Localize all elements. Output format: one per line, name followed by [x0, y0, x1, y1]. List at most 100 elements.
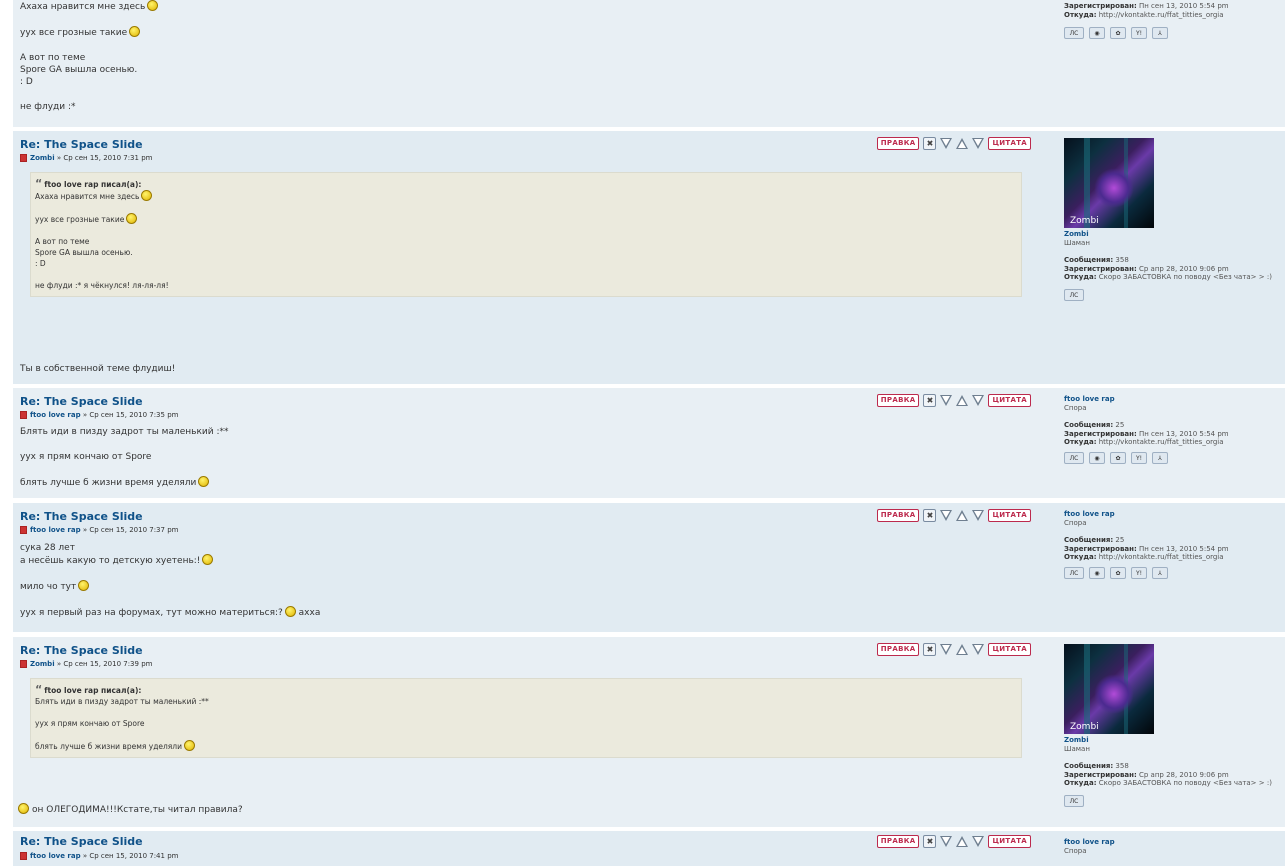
quote-button[interactable]: ЦИТАТА — [988, 394, 1031, 407]
post-buttons: ПРАВКА ✖ ЦИТАТА — [876, 643, 1031, 656]
post-date: » Ср сен 15, 2010 7:39 pm — [56, 660, 153, 668]
yahoo-icon[interactable]: Y! — [1131, 451, 1147, 464]
info-icon[interactable] — [972, 644, 985, 655]
profile-label: Зарегистрирован: — [1064, 264, 1137, 273]
smile-icon — [198, 476, 210, 487]
profile-name[interactable]: ftoo love rap — [1064, 510, 1284, 519]
warn-icon[interactable] — [940, 836, 953, 847]
website-icon[interactable]: ◉ — [1089, 566, 1105, 579]
profile-name[interactable]: ftoo love rap — [1064, 838, 1284, 847]
icq-icon[interactable]: ✿ — [1110, 566, 1126, 579]
website-icon[interactable]: ◉ — [1089, 451, 1105, 464]
quote-head: ftoo love rap писал(а): — [44, 686, 142, 695]
post-title[interactable]: Re: The Space Slide — [20, 395, 143, 408]
post: Ахаха нравится мне здесь уух все грозные… — [13, 0, 1285, 127]
smile-icon — [126, 213, 138, 224]
eek-icon — [18, 803, 29, 814]
info-icon[interactable] — [972, 510, 985, 521]
report-icon[interactable] — [956, 836, 969, 847]
author-link[interactable]: ftoo love rap — [30, 852, 81, 860]
post-profile: Zombi Zombi Шаман Сообщения: 358 Зарегис… — [1064, 644, 1284, 807]
edit-button[interactable]: ПРАВКА — [876, 137, 920, 150]
delete-icon[interactable]: ✖ — [923, 509, 937, 522]
quote-button[interactable]: ЦИТАТА — [988, 643, 1031, 656]
yahoo-icon[interactable]: Y! — [1131, 27, 1147, 39]
warn-icon[interactable] — [940, 138, 953, 149]
post-buttons: ПРАВКА ✖ ЦИТАТА — [876, 394, 1031, 407]
smile-icon — [141, 190, 153, 201]
profile-from: http://vkontakte.ru/ffat_titties_orgia — [1098, 553, 1224, 561]
delete-icon[interactable]: ✖ — [923, 643, 937, 656]
profile-label: Сообщения: — [1064, 421, 1114, 429]
warn-icon[interactable] — [940, 510, 953, 521]
quote-line: Ахаха нравится мне здесь — [35, 192, 140, 201]
author-link[interactable]: Zombi — [30, 660, 55, 668]
quote-line: блять лучше б жизни время уделяли — [35, 742, 182, 751]
quote-line: не флуди :* я чёкнулся! ля-ля-ля! — [35, 281, 169, 290]
author-link[interactable]: ftoo love rap — [30, 526, 81, 534]
quote-line: уух все грозные такие — [35, 215, 125, 224]
profile-registered: Пн сен 13, 2010 5:54 pm — [1138, 429, 1229, 438]
website-icon[interactable]: ◉ — [1089, 27, 1105, 39]
profile-label: Зарегистрирован: — [1064, 2, 1137, 10]
warn-icon[interactable] — [940, 395, 953, 406]
post-content: он ОЛЕГОДИМА!!!Кстате,ты читал правила? — [18, 803, 243, 816]
warn-icon[interactable] — [940, 644, 953, 655]
post-content: сука 28 лет а несёшь какую то детскую ху… — [20, 542, 320, 619]
icq-icon[interactable]: ✿ — [1110, 451, 1126, 464]
jabber-icon[interactable]: ⅄ — [1152, 451, 1168, 464]
post-title[interactable]: Re: The Space Slide — [20, 510, 143, 523]
info-icon[interactable] — [972, 138, 985, 149]
report-icon[interactable] — [956, 395, 969, 406]
info-icon[interactable] — [972, 836, 985, 847]
profile-name[interactable]: Zombi — [1064, 736, 1284, 745]
quote-button[interactable]: ЦИТАТА — [988, 137, 1031, 150]
profile-label: Откуда: — [1064, 10, 1097, 19]
jabber-icon[interactable]: ⅄ — [1152, 566, 1168, 579]
author-link[interactable]: Zombi — [30, 154, 55, 162]
profile-rank: Спора — [1064, 403, 1087, 412]
profile-name[interactable]: ftoo love rap — [1064, 395, 1284, 404]
edit-button[interactable]: ПРАВКА — [876, 394, 920, 407]
yahoo-icon[interactable]: Y! — [1131, 566, 1147, 579]
post-date: » Ср сен 15, 2010 7:31 pm — [56, 154, 153, 162]
pm-icon[interactable]: ЛС — [1064, 794, 1084, 807]
profile-rank: Шаман — [1064, 238, 1090, 247]
post-title[interactable]: Re: The Space Slide — [20, 644, 143, 657]
quote-button[interactable]: ЦИТАТА — [988, 509, 1031, 522]
delete-icon[interactable]: ✖ — [923, 137, 937, 150]
post-content: Ты в собственной теме флудиш! — [20, 363, 175, 375]
edit-button[interactable]: ПРАВКА — [876, 509, 920, 522]
profile-name[interactable]: Zombi — [1064, 230, 1284, 239]
pm-icon[interactable]: ЛС — [1064, 288, 1084, 301]
author-link[interactable]: ftoo love rap — [30, 411, 81, 419]
report-icon[interactable] — [956, 644, 969, 655]
post: Re: The Space Slide ftoo love rap » Ср с… — [13, 831, 1285, 866]
pm-icon[interactable]: ЛС — [1064, 566, 1084, 579]
pm-icon[interactable]: ЛС — [1064, 451, 1084, 464]
pm-icon[interactable]: ЛС — [1064, 27, 1084, 39]
quote-button[interactable]: ЦИТАТА — [988, 835, 1031, 848]
post-icon — [20, 660, 27, 668]
delete-icon[interactable]: ✖ — [923, 835, 937, 848]
info-icon[interactable] — [972, 395, 985, 406]
report-icon[interactable] — [956, 138, 969, 149]
post: Re: The Space Slide ftoo love rap » Ср с… — [13, 503, 1285, 632]
quote-line: А вот по теме — [35, 237, 90, 246]
delete-icon[interactable]: ✖ — [923, 394, 937, 407]
edit-button[interactable]: ПРАВКА — [876, 835, 920, 848]
profile-label: Откуда: — [1064, 553, 1097, 561]
report-icon[interactable] — [956, 510, 969, 521]
post-author: ftoo love rap » Ср сен 15, 2010 7:35 pm — [20, 411, 178, 419]
post-buttons: ПРАВКА ✖ ЦИТАТА — [876, 509, 1031, 522]
edit-button[interactable]: ПРАВКА — [876, 643, 920, 656]
icq-icon[interactable]: ✿ — [1110, 27, 1126, 39]
post-title[interactable]: Re: The Space Slide — [20, 835, 143, 848]
post-line: уух я прям кончаю от Spore — [20, 452, 152, 462]
post-title[interactable]: Re: The Space Slide — [20, 138, 143, 151]
profile-label: Откуда: — [1064, 273, 1097, 281]
avatar[interactable]: Zombi — [1064, 138, 1154, 228]
jabber-icon[interactable]: ⅄ — [1152, 27, 1168, 39]
profile-label: Зарегистрирован: — [1064, 544, 1137, 553]
avatar[interactable]: Zombi — [1064, 644, 1154, 734]
